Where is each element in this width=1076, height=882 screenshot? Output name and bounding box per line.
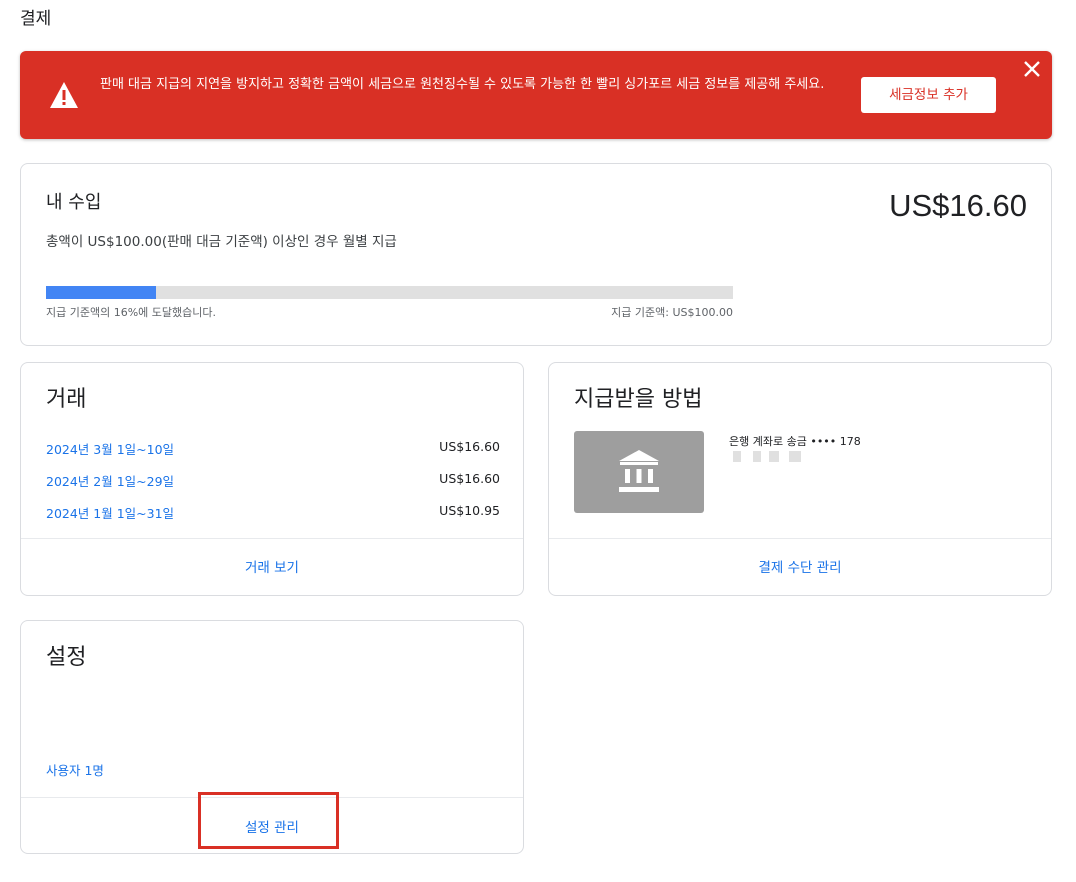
progress-threshold-label: 지급 기준액: US$100.00 (611, 306, 733, 319)
alert-message: 판매 대금 지급의 지연을 방지하고 정확한 금액이 세금으로 원천징수될 수 … (100, 77, 825, 92)
transaction-date[interactable]: 2024년 2월 1일~29일 (46, 474, 174, 489)
progress-reached-label: 지급 기준액의 16%에 도달했습니다. (46, 306, 216, 319)
table-row[interactable]: 2024년 3월 1일~10일 US$16.60 (46, 439, 500, 458)
bank-tile (574, 431, 704, 513)
card-divider (549, 538, 1051, 539)
transaction-value: US$16.60 (439, 471, 500, 486)
settings-title: 설정 (46, 645, 87, 670)
earnings-card: 내 수입 US$16.60 총액이 US$100.00(판매 대금 기준액) 이… (20, 163, 1052, 346)
payment-method-card: 지급받을 방법 은행 계좌로 송금 •••• 178 결제 수단 관리 (548, 362, 1052, 596)
transaction-value: US$10.95 (439, 503, 500, 518)
view-transactions-link[interactable]: 거래 보기 (21, 556, 523, 576)
bank-icon (619, 450, 659, 492)
transaction-date[interactable]: 2024년 1월 1일~31일 (46, 506, 174, 521)
earnings-description: 총액이 US$100.00(판매 대금 기준액) 이상인 경우 월별 지급 (46, 234, 397, 250)
transactions-card: 거래 2024년 3월 1일~10일 US$16.60 2024년 2월 1일~… (20, 362, 524, 596)
earnings-title: 내 수입 (46, 192, 102, 213)
payment-threshold-progress (46, 286, 733, 299)
transaction-value: US$16.60 (439, 439, 500, 454)
table-row[interactable]: 2024년 1월 1일~31일 US$10.95 (46, 503, 500, 522)
transactions-title: 거래 (46, 387, 87, 412)
add-tax-info-button[interactable]: 세금정보 추가 (861, 77, 996, 113)
highlight-box (198, 792, 339, 849)
bank-account-label: 은행 계좌로 송금 •••• 178 (729, 435, 861, 448)
table-row[interactable]: 2024년 2월 1일~29일 US$16.60 (46, 471, 500, 490)
close-icon[interactable] (1022, 59, 1042, 79)
progress-fill (46, 286, 156, 299)
page-title: 결제 (20, 9, 52, 29)
earnings-amount: US$16.60 (889, 188, 1027, 223)
users-link[interactable]: 사용자 1명 (46, 760, 104, 779)
payment-method-title: 지급받을 방법 (574, 387, 703, 412)
tax-info-alert: 판매 대금 지급의 지연을 방지하고 정확한 금액이 세금으로 원천징수될 수 … (20, 51, 1052, 139)
transaction-date[interactable]: 2024년 3월 1일~10일 (46, 442, 174, 457)
warning-icon (50, 82, 78, 108)
card-divider (21, 538, 523, 539)
manage-payment-methods-link[interactable]: 결제 수단 관리 (549, 556, 1051, 576)
redacted-account-info (733, 451, 801, 462)
